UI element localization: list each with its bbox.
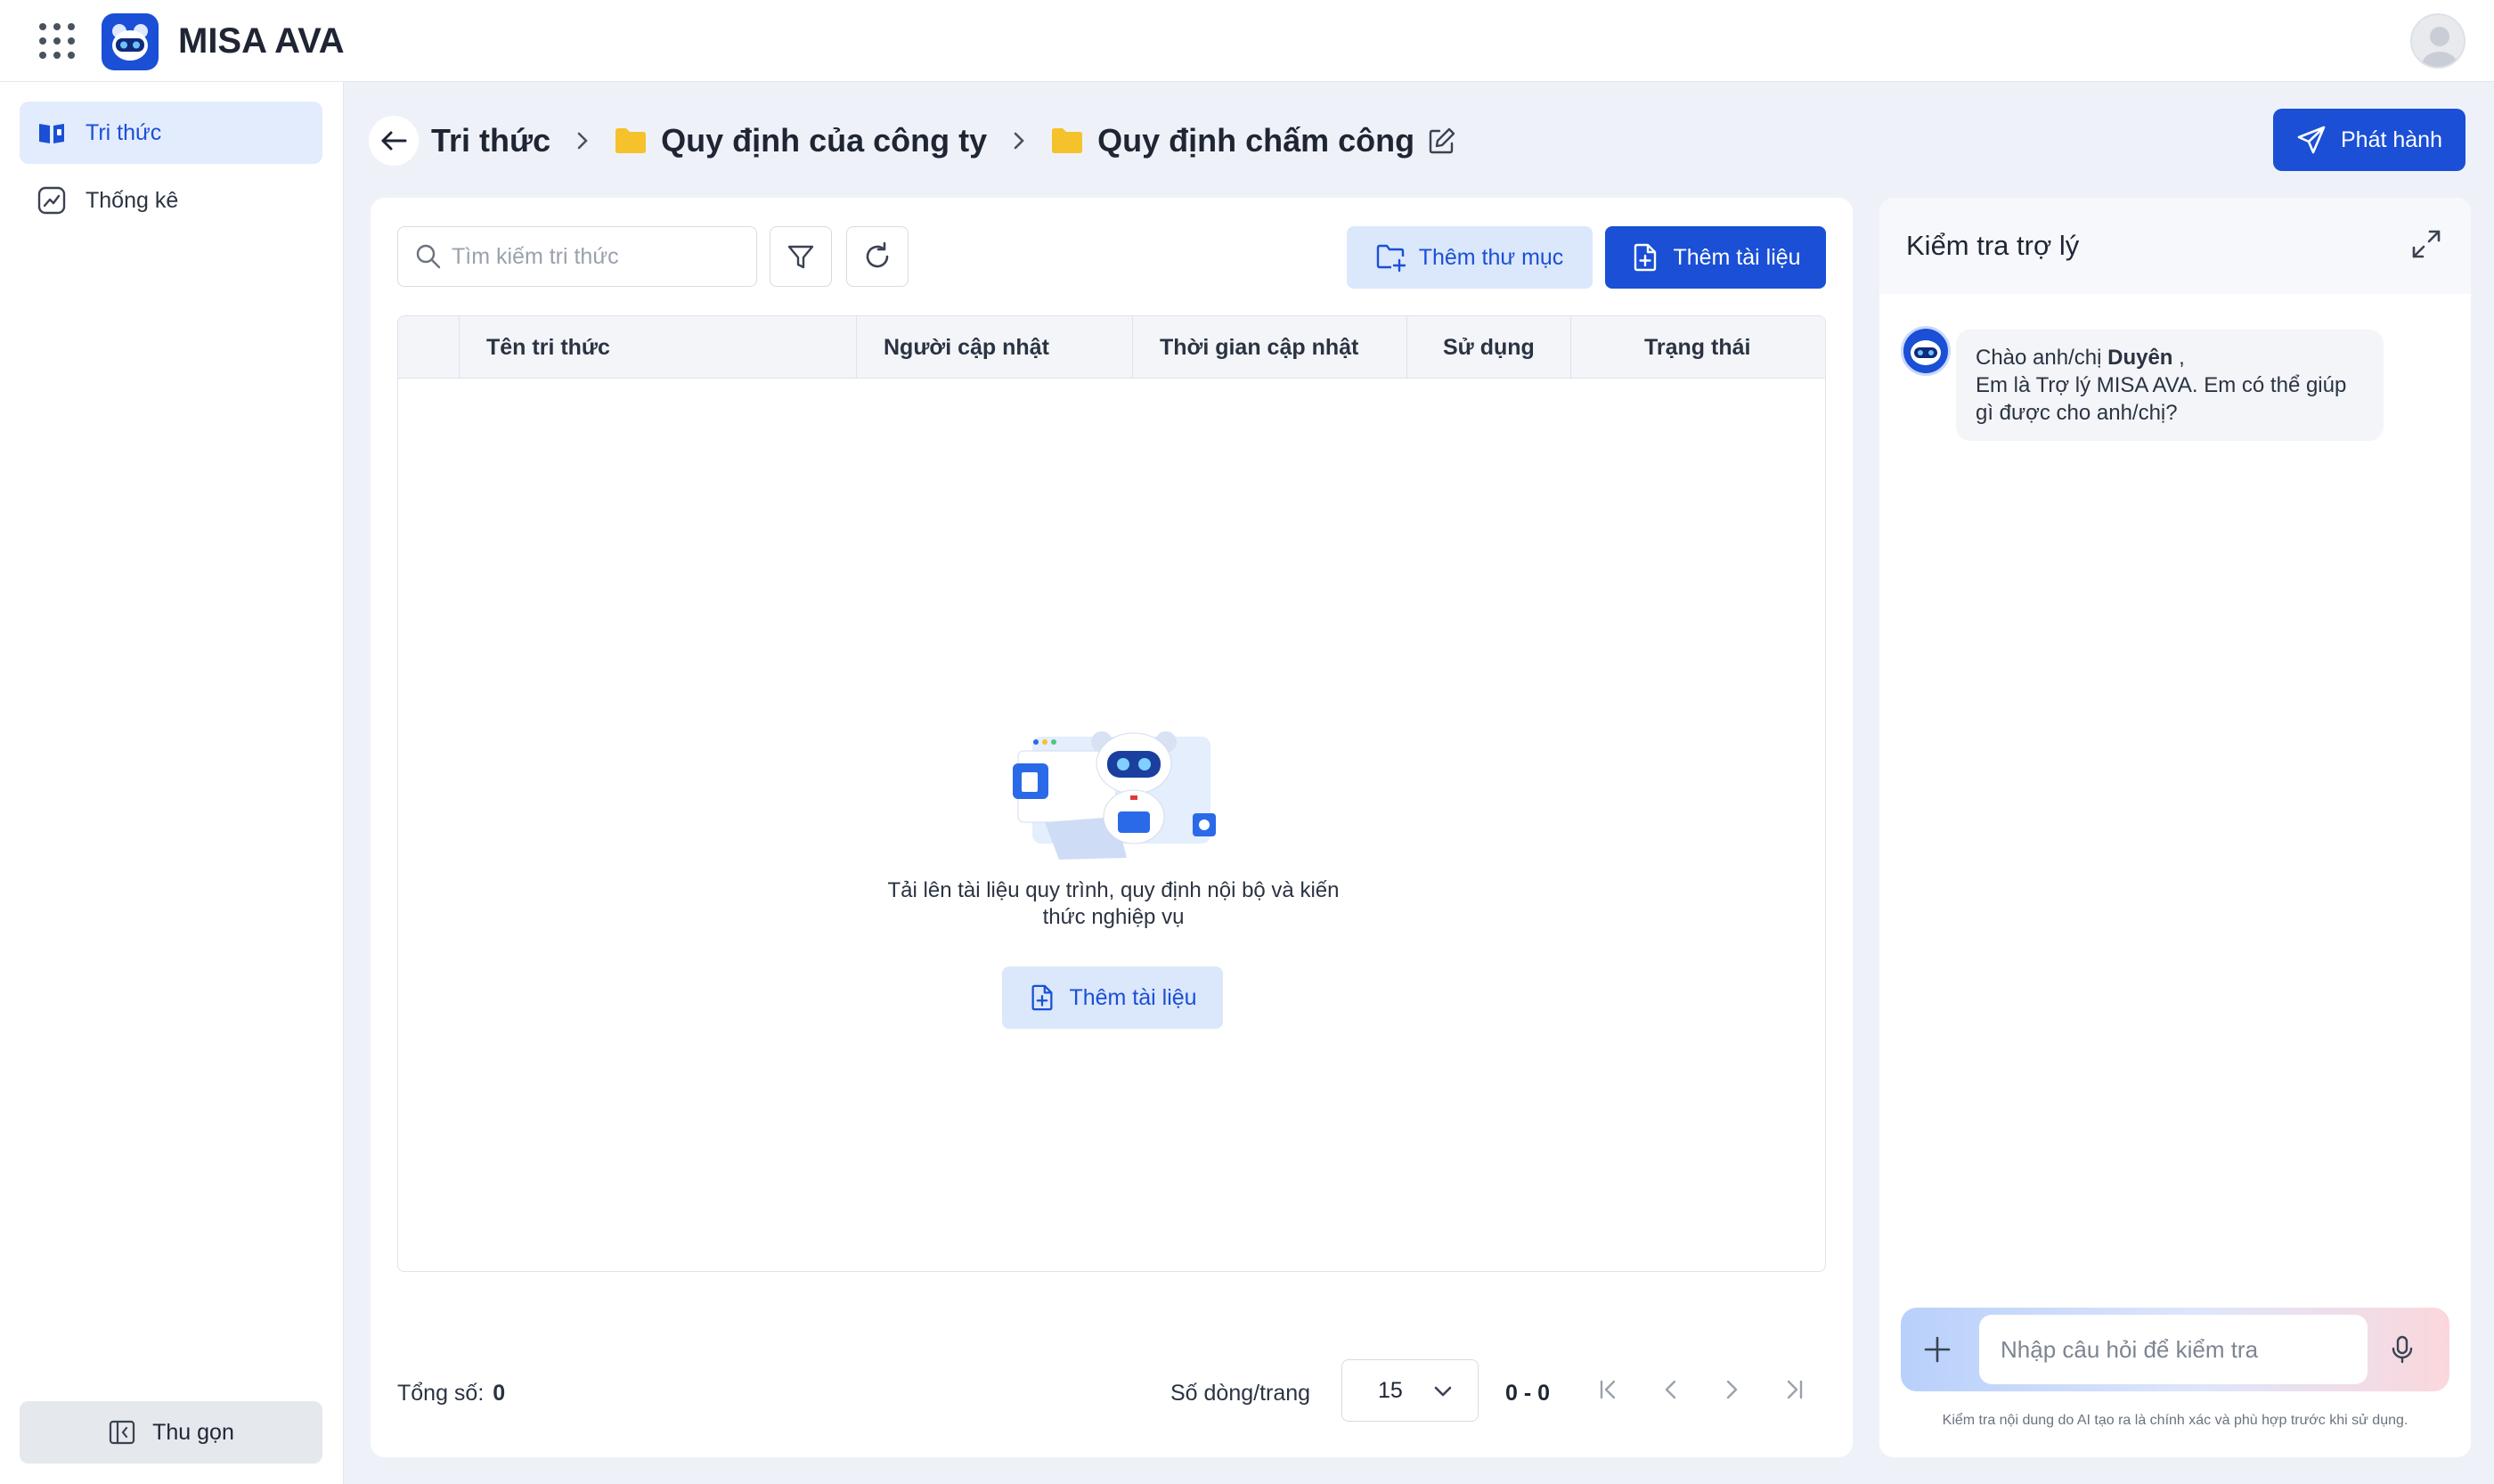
chevron-left-icon [1665,1380,1676,1399]
assistant-message: Chào anh/chị Duyên , Em là Trợ lý MISA A… [1956,330,2384,441]
previous-page-button[interactable] [1653,1372,1689,1407]
rows-per-page-label: Số dòng/trang [1170,1381,1311,1406]
microphone-button[interactable] [2382,1329,2423,1370]
refresh-icon [866,241,889,268]
sidebar: Tri thức Thống kê Thu gọn [0,82,344,1484]
book-icon [39,124,64,143]
filter-button[interactable] [770,226,832,287]
chat-input-bar [1901,1308,2449,1391]
chevron-down-icon [1434,1386,1452,1397]
file-add-icon [1634,243,1657,272]
attach-button[interactable] [1917,1329,1958,1370]
misa-ava-logo [102,13,159,70]
column-name[interactable]: Tên tri thức [459,316,856,379]
empty-add-document-button[interactable]: Thêm tài liệu [1002,966,1223,1029]
empty-state-robot-illustration [1013,731,1216,860]
arrow-left-icon [381,131,407,151]
assistant-header: Kiểm tra trợ lý [1879,198,2471,294]
empty-add-document-label: Thêm tài liệu [1069,984,1197,1010]
app-grid-icon[interactable] [39,23,75,59]
chevron-right-icon [577,132,588,150]
column-select [398,316,459,379]
chevron-right-icon [1014,132,1024,150]
knowledge-table: Tên tri thức Người cập nhật Thời gian cậ… [397,315,1826,1272]
search-input[interactable] [452,243,746,270]
chevron-right-icon [1726,1380,1738,1399]
add-document-label: Thêm tài liệu [1673,244,1801,270]
folder-icon [1052,128,1083,153]
assistant-panel: Kiểm tra trợ lý Chào anh/chị Duyên , Em … [1879,198,2471,1457]
total-value: 0 [493,1381,506,1406]
app-title: MISA AVA [178,21,345,61]
top-bar: MISA AVA [0,0,2494,82]
ai-disclaimer: Kiểm tra nội dung do AI tạo ra là chính … [1942,1413,2408,1428]
breadcrumb: Tri thức Quy định của công ty Quy định c… [431,118,1457,164]
folder-add-icon [1376,244,1406,273]
last-page-icon [1787,1380,1803,1399]
edit-icon[interactable] [1427,126,1457,156]
total-count: Tổng số: 0 [397,1381,506,1406]
sidebar-item-statistics[interactable]: Thống kê [20,169,322,232]
expand-icon[interactable] [2408,226,2444,262]
column-updated-by[interactable]: Người cập nhật [856,316,1132,379]
first-page-icon [1600,1380,1616,1399]
next-page-button[interactable] [1714,1372,1749,1407]
sidebar-item-label: Thống kê [86,187,179,213]
user-avatar[interactable] [2410,13,2465,69]
send-icon [2297,126,2326,154]
breadcrumb-item-company-rules[interactable]: Quy định của công ty [661,122,987,159]
refresh-button[interactable] [846,226,909,287]
search-box [397,226,757,287]
collapse-sidebar-button[interactable]: Thu gọn [20,1401,322,1464]
table-header: Tên tri thức Người cập nhật Thời gian cậ… [398,316,1825,379]
file-add-icon [1031,984,1053,1011]
search-icon [416,244,441,269]
add-folder-label: Thêm thư mục [1418,244,1564,270]
rows-per-page-value: 15 [1378,1377,1403,1403]
breadcrumb-item-knowledge[interactable]: Tri thức [431,122,550,159]
publish-label: Phát hành [2341,126,2442,152]
page-range: 0 - 0 [1505,1381,1551,1406]
rows-per-page-select[interactable]: 15 [1341,1359,1479,1422]
knowledge-panel: Thêm thư mục Thêm tài liệu Tên tri thức … [371,198,1853,1457]
add-folder-button[interactable]: Thêm thư mục [1347,226,1593,289]
add-document-button[interactable]: Thêm tài liệu [1605,226,1826,289]
collapse-label: Thu gọn [152,1419,234,1445]
filter-icon [787,245,814,269]
folder-icon [615,128,647,153]
first-page-button[interactable] [1591,1372,1626,1407]
chart-icon [37,186,66,215]
sidebar-item-label: Tri thức [86,119,162,145]
assistant-title: Kiểm tra trợ lý [1906,230,2080,261]
chat-input-box [1979,1315,2368,1384]
sidebar-item-knowledge[interactable]: Tri thức [20,102,322,164]
column-status[interactable]: Trạng thái [1570,316,1825,379]
plus-icon [1924,1336,1951,1363]
microphone-icon [2392,1335,2413,1364]
chat-input[interactable] [2001,1335,2348,1364]
breadcrumb-item-timekeeping-rules: Quy định chấm công [1097,122,1415,159]
column-updated-time[interactable]: Thời gian cập nhật [1132,316,1406,379]
user-name: Duyên [2107,346,2173,370]
assistant-avatar [1901,326,1951,376]
column-usage[interactable]: Sử dụng [1406,316,1570,379]
empty-state-message: Tải lên tài liệu quy trình, quy định nội… [887,878,1340,929]
collapse-icon [110,1420,135,1445]
last-page-button[interactable] [1776,1372,1812,1407]
publish-button[interactable]: Phát hành [2273,109,2465,171]
back-button[interactable] [369,116,419,166]
